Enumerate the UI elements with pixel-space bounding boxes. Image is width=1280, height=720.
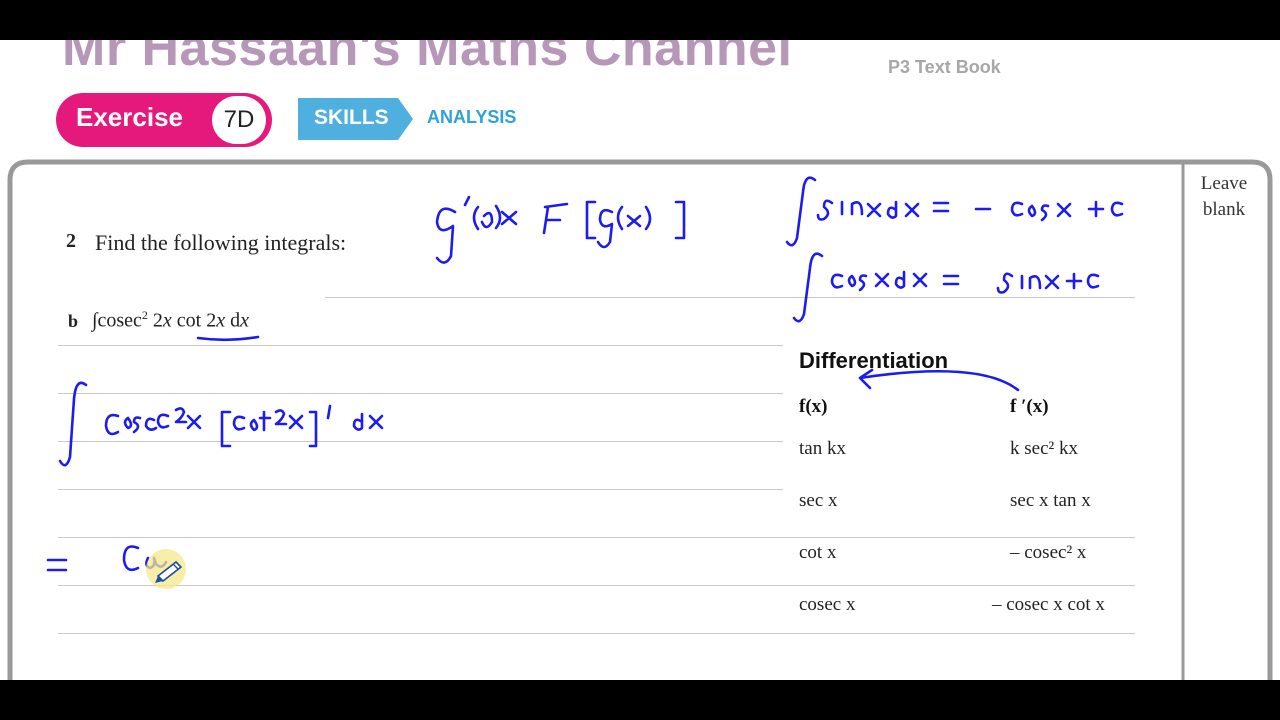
expr-cosec: cosec: [97, 309, 142, 332]
leave-blank-label: Leave blank: [1190, 171, 1258, 223]
table-cell-fx: tan kx: [799, 438, 846, 459]
part-integral-expression: ∫cosec2 2x cot 2x dx: [92, 308, 249, 333]
question-text: Find the following integrals:: [95, 230, 347, 255]
table-cell-fpx: sec x tan x: [1010, 490, 1091, 511]
part-label: b: [68, 311, 79, 331]
table-cell-fpx: – cosec² x: [1010, 542, 1087, 563]
table-cell-fx: cot x: [799, 542, 837, 563]
table-cell-fx: sec x: [799, 490, 838, 511]
column-header-fpx: f ′(x): [1010, 396, 1049, 417]
letterbox-top: [0, 0, 1280, 40]
question-frame: [7, 159, 1273, 680]
letterbox-bottom: [0, 680, 1280, 720]
answer-line: [58, 345, 783, 346]
table-cell-fx: cosec x: [799, 594, 856, 615]
textbook-page: Mr Hassaan's Maths Channel P3 Text Book …: [0, 40, 1280, 680]
expr-var-2: x: [216, 309, 226, 332]
answer-line: [58, 441, 783, 442]
table-cell-fpx: – cosec x cot x: [992, 594, 1105, 615]
answer-line: [58, 537, 1135, 538]
answer-line: [325, 297, 1135, 298]
expr-cot: cot 2: [171, 309, 217, 332]
answer-line: [58, 585, 1135, 586]
answer-line: [58, 633, 1135, 634]
expr-var-3: x: [240, 309, 250, 332]
expr-coef-1: 2: [147, 309, 163, 332]
blank-label: blank: [1202, 199, 1246, 220]
expr-d: d: [225, 309, 241, 332]
table-cell-fpx: k sec² kx: [1010, 438, 1078, 459]
column-header-fx: f(x): [799, 396, 828, 417]
question-number: 2: [66, 230, 76, 252]
answer-line: [58, 393, 783, 394]
leave-label: Leave: [1200, 173, 1248, 194]
expr-var-1: x: [162, 309, 172, 332]
answer-line: [58, 489, 783, 490]
differentiation-title: Differentiation: [799, 348, 949, 373]
